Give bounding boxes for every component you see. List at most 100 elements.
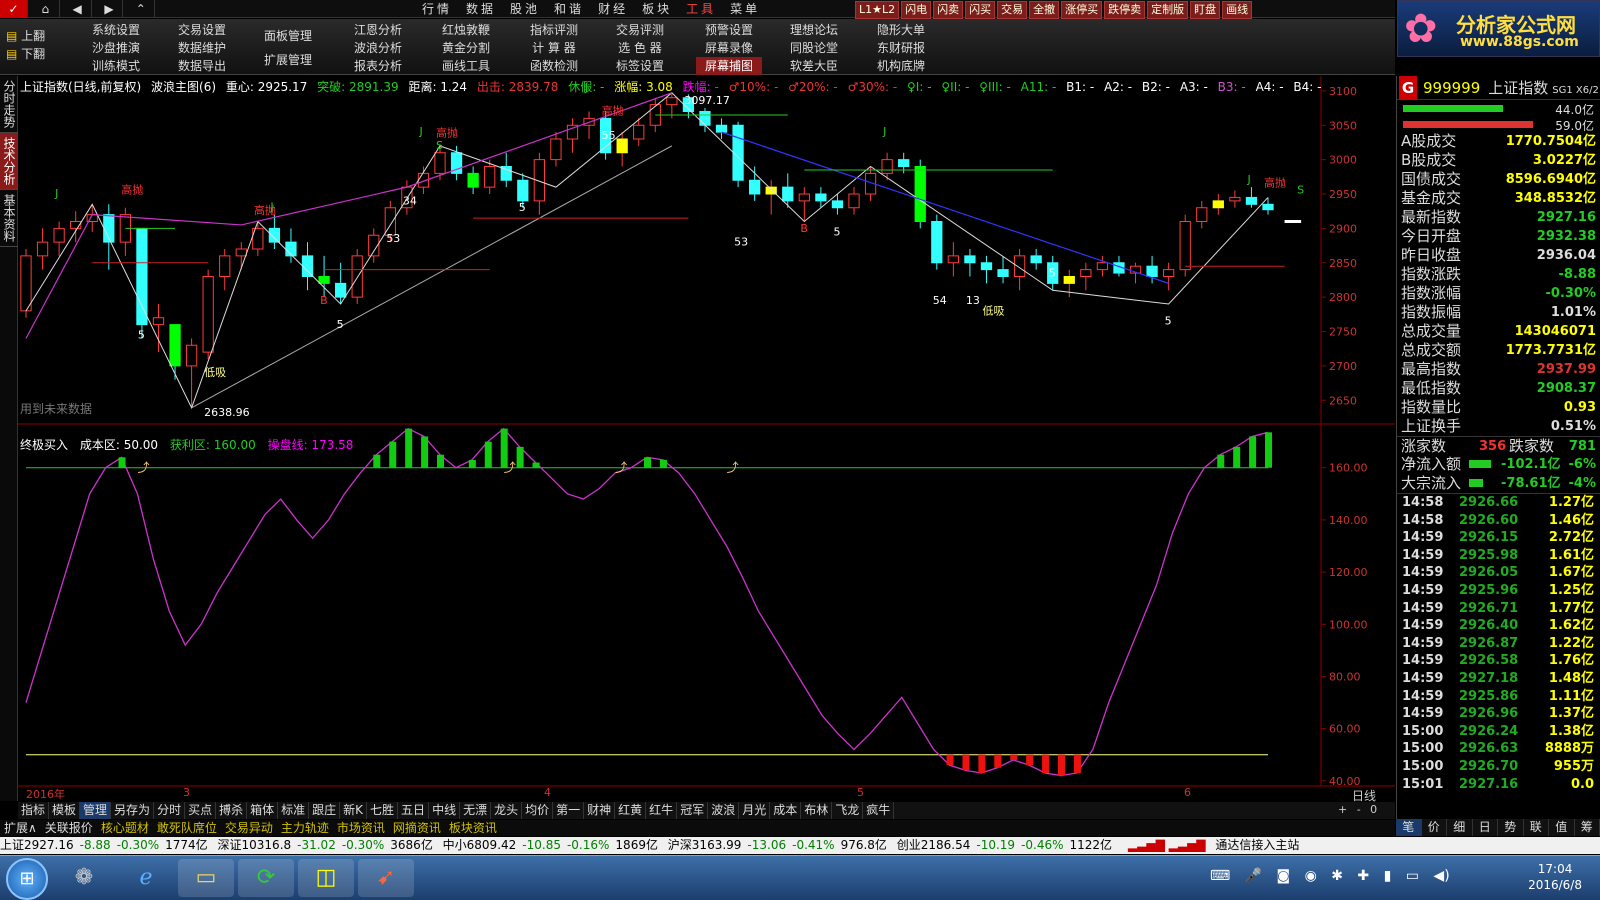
trading-app-icon[interactable]: ➹ bbox=[358, 859, 414, 897]
indicator-tab-7[interactable]: 箱体 bbox=[247, 802, 279, 819]
quote-tab-1[interactable]: 价 bbox=[1422, 819, 1447, 836]
extension-tab-5[interactable]: 主力轨迹 bbox=[277, 820, 333, 836]
soft-minister-button[interactable]: 软差大臣 bbox=[784, 57, 844, 75]
system-clock[interactable]: 17:04 2016/6/8 bbox=[1528, 861, 1582, 893]
extension-tab-0[interactable]: 扩展∧ bbox=[0, 820, 41, 836]
indicator-tab-8[interactable]: 标准 bbox=[278, 802, 310, 819]
indicator-tab-14[interactable]: 无漂 bbox=[460, 802, 492, 819]
menu-sector[interactable]: 板块 bbox=[635, 0, 679, 18]
extension-tab-8[interactable]: 板块资讯 bbox=[445, 820, 501, 836]
quote-tab-5[interactable]: 联 bbox=[1524, 819, 1549, 836]
tab-fundamental[interactable]: 基本资料 bbox=[0, 190, 18, 247]
function-check-button[interactable]: 函数检测 bbox=[524, 57, 584, 75]
indicator-tab-2[interactable]: 管理 bbox=[80, 802, 112, 819]
indicator-tab-25[interactable]: 布林 bbox=[801, 802, 833, 819]
extension-tab-1[interactable]: 关联报价 bbox=[41, 820, 97, 836]
indicator-tab-10[interactable]: 新K bbox=[340, 802, 368, 819]
zoom-controls[interactable]: + - 0 bbox=[1338, 803, 1377, 816]
panel-manage-button[interactable]: 面板管理 bbox=[258, 27, 318, 45]
app-butterfly-icon[interactable]: ❁ bbox=[56, 859, 112, 897]
alert-settings-button[interactable]: 预警设置 bbox=[696, 21, 762, 39]
indicator-tab-15[interactable]: 龙头 bbox=[491, 802, 523, 819]
menu-hq[interactable]: 行情 bbox=[415, 0, 459, 18]
quick-flash-buy-button[interactable]: 闪买 bbox=[965, 1, 996, 19]
sh-index[interactable]: 上证2927.16 bbox=[0, 838, 74, 852]
indicator-tab-16[interactable]: 均价 bbox=[522, 802, 554, 819]
training-mode-button[interactable]: 训练模式 bbox=[86, 57, 146, 75]
menu-harmony[interactable]: 和谐 bbox=[547, 0, 591, 18]
explorer-icon[interactable]: ▭ bbox=[178, 859, 234, 897]
ideal-forum-button[interactable]: 理想论坛 bbox=[784, 21, 844, 39]
cy-index[interactable]: 创业2186.54 bbox=[897, 838, 971, 852]
golden-section-button[interactable]: 黄金分割 bbox=[436, 39, 496, 57]
quote-tab-7[interactable]: 筹 bbox=[1575, 819, 1600, 836]
extension-manage-button[interactable]: 扩展管理 bbox=[258, 51, 318, 69]
indicator-tab-23[interactable]: 月光 bbox=[739, 802, 771, 819]
menu-pool[interactable]: 股池 bbox=[503, 0, 547, 18]
institution-button[interactable]: 机构底牌 bbox=[868, 57, 934, 75]
indicator-tab-17[interactable]: 第一 bbox=[553, 802, 585, 819]
wave-analysis-button[interactable]: 波浪分析 bbox=[348, 39, 408, 57]
indicator-tab-18[interactable]: 财神 bbox=[584, 802, 616, 819]
indicator-tab-12[interactable]: 五日 bbox=[398, 802, 430, 819]
label-settings-button[interactable]: 标签设置 bbox=[610, 57, 670, 75]
data-export-button[interactable]: 数据导出 bbox=[172, 57, 232, 75]
indicator-tab-20[interactable]: 红牛 bbox=[646, 802, 678, 819]
system-settings-button[interactable]: 系统设置 bbox=[86, 21, 146, 39]
calculator-button[interactable]: 计 算 器 bbox=[524, 39, 584, 57]
report-analysis-button[interactable]: 报表分析 bbox=[348, 57, 408, 75]
research-report-button[interactable]: 东财研报 bbox=[868, 39, 934, 57]
stock-forum-button[interactable]: 同股论堂 bbox=[784, 39, 844, 57]
indicator-tab-22[interactable]: 波浪 bbox=[708, 802, 740, 819]
indicator-tab-13[interactable]: 中线 bbox=[429, 802, 461, 819]
draw-tools-button[interactable]: 画线工具 bbox=[436, 57, 496, 75]
extension-tab-3[interactable]: 敢死队席位 bbox=[153, 820, 221, 836]
quote-tab-4[interactable]: 势 bbox=[1498, 819, 1524, 836]
candle-whip-button[interactable]: 红烛敦鞭 bbox=[436, 21, 496, 39]
tab-technical[interactable]: 技术分析 bbox=[0, 133, 18, 190]
sz-index[interactable]: 深证10316.8 bbox=[218, 838, 292, 852]
quick-flash-sell-button[interactable]: 闪卖 bbox=[933, 1, 964, 19]
trade-test-button[interactable]: 交易评测 bbox=[610, 21, 670, 39]
quote-tab-6[interactable]: 值 bbox=[1549, 819, 1575, 836]
quick-trade-button[interactable]: 交易 bbox=[997, 1, 1028, 19]
page-down-button[interactable]: ▤ 下翻 bbox=[6, 45, 45, 63]
indicator-tab-11[interactable]: 七胜 bbox=[367, 802, 399, 819]
screen-record-button[interactable]: 屏幕录像 bbox=[696, 39, 762, 57]
forward-icon[interactable]: ▶ bbox=[95, 0, 124, 18]
indicator-tab-24[interactable]: 成本 bbox=[770, 802, 802, 819]
extension-tab-6[interactable]: 市场资讯 bbox=[333, 820, 389, 836]
page-up-button[interactable]: ▤ 上翻 bbox=[6, 27, 45, 45]
refresh-app-icon[interactable]: ⟳ bbox=[238, 859, 294, 897]
hs-index[interactable]: 沪深3163.99 bbox=[668, 838, 742, 852]
terminal-app-icon[interactable]: ◫ bbox=[298, 859, 354, 897]
zx-index[interactable]: 中小6809.42 bbox=[443, 838, 517, 852]
quick-custom-button[interactable]: 定制版 bbox=[1147, 1, 1189, 19]
indicator-tab-1[interactable]: 模板 bbox=[49, 802, 81, 819]
indicator-tab-19[interactable]: 红黄 bbox=[615, 802, 647, 819]
quote-tab-3[interactable]: 日 bbox=[1473, 819, 1498, 836]
tray-icons[interactable]: ⌨ 🎤 ◙ ◉ ✱ ✚ ▮ ▭ ◀) bbox=[1210, 868, 1450, 884]
indicator-tab-5[interactable]: 买点 bbox=[185, 802, 217, 819]
indicator-tab-9[interactable]: 跟庄 bbox=[309, 802, 341, 819]
indicator-tab-27[interactable]: 疯牛 bbox=[863, 802, 895, 819]
start-button[interactable]: ⊞ bbox=[6, 858, 48, 900]
connection-status[interactable]: 通达信接入主站 bbox=[1215, 838, 1299, 852]
extension-tab-7[interactable]: 网摘资讯 bbox=[389, 820, 445, 836]
quote-tab-2[interactable]: 细 bbox=[1447, 819, 1473, 836]
quick-watch-button[interactable]: 盯盘 bbox=[1190, 1, 1221, 19]
indicator-tab-6[interactable]: 搏杀 bbox=[216, 802, 248, 819]
indicator-tab-21[interactable]: 冠军 bbox=[677, 802, 709, 819]
indicator-tab-4[interactable]: 分时 bbox=[154, 802, 186, 819]
quick-limit-up-buy-button[interactable]: 涨停买 bbox=[1061, 1, 1103, 19]
indicator-test-button[interactable]: 指标评测 bbox=[524, 21, 584, 39]
quick-l1l2-button[interactable]: L1★L2 bbox=[855, 1, 900, 19]
indicator-tab-26[interactable]: 飞龙 bbox=[832, 802, 864, 819]
data-maintain-button[interactable]: 数据维护 bbox=[172, 39, 232, 57]
back-icon[interactable]: ◀ bbox=[64, 0, 92, 18]
app-logo-icon[interactable]: ✓ bbox=[0, 0, 28, 18]
quote-tab-0[interactable]: 笔 bbox=[1396, 819, 1422, 836]
trade-settings-button[interactable]: 交易设置 bbox=[172, 21, 232, 39]
color-picker-button[interactable]: 选 色 器 bbox=[610, 39, 670, 57]
quick-limit-down-sell-button[interactable]: 跌停卖 bbox=[1104, 1, 1146, 19]
